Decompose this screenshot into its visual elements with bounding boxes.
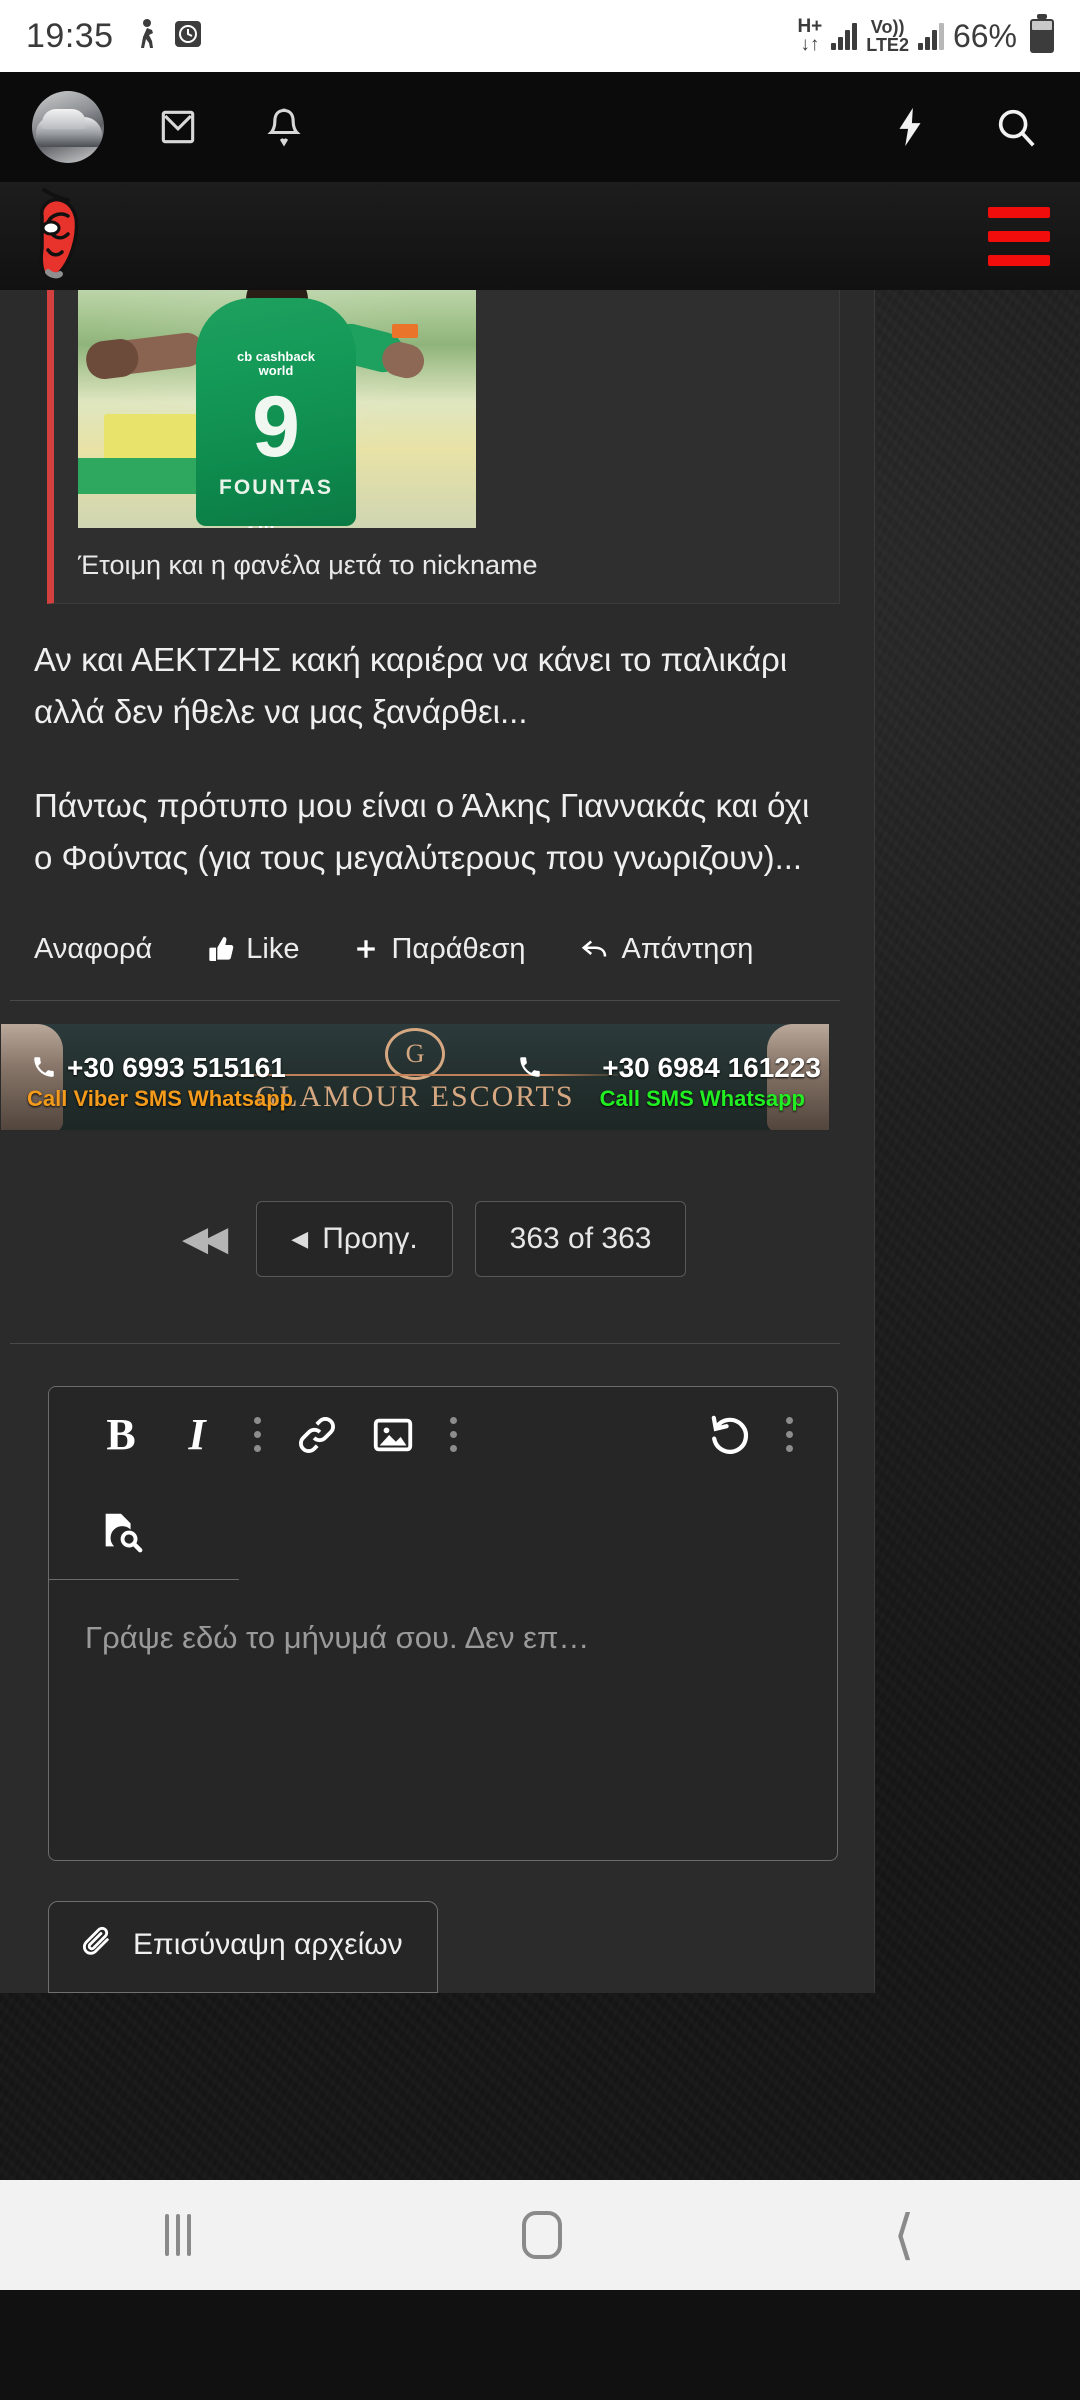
more-options-icon[interactable] (235, 1397, 279, 1473)
network-type-indicator: H+ ↓↑ (797, 15, 823, 55)
attach-files-button[interactable]: Επισύναψη αρχείων (48, 1900, 438, 1993)
post-paragraph: Αν και ΑΕΚΤΖΗΣ κακή καριέρα να κάνει το … (34, 641, 788, 731)
preview-document-icon[interactable] (83, 1493, 159, 1569)
report-label: Αναφορά (34, 932, 153, 965)
hamburger-menu[interactable] (988, 206, 1050, 266)
hamburger-line (988, 206, 1050, 218)
chili-pepper-logo[interactable] (26, 188, 112, 288)
jersey-name: FOUNTAS (219, 476, 333, 499)
like-button[interactable]: Like (204, 933, 299, 966)
signal-bars-sim2 (917, 22, 944, 50)
app-bar (0, 72, 1080, 182)
post-text: Αν και ΑΕΚΤΖΗΣ κακή καριέρα να κάνει το … (0, 604, 874, 885)
attach-wrapper: Επισύναψη αρχείων (0, 1861, 874, 1993)
ad-phone-right: +30 6984 161223 (602, 1051, 821, 1083)
quote-button[interactable]: Παράθεση (351, 932, 526, 966)
volte-indicator: Vo)) LTE2 (866, 17, 909, 55)
reply-textarea[interactable]: Γράψε εδώ το μήνυμά σου. Δεν επ… (49, 1580, 837, 1860)
ad-monogram: G (385, 1027, 445, 1080)
home-icon[interactable] (522, 2211, 563, 2259)
status-bar: 19:35 H+ ↓↑ Vo)) LTE2 66% (0, 0, 1080, 72)
report-button[interactable]: Αναφορά (34, 933, 152, 966)
divider (10, 999, 840, 1001)
status-right-icons: H+ ↓↑ Vo)) LTE2 66% (797, 14, 1054, 55)
quote-block: cb cashback world 9 FOUNTAS Allianz Έτοι… (47, 290, 840, 604)
alarm-clock-icon (174, 20, 202, 53)
italic-button[interactable]: I (159, 1397, 235, 1473)
plus-icon (351, 934, 381, 964)
content-column: cb cashback world 9 FOUNTAS Allianz Έτοι… (0, 290, 874, 1993)
bell-icon[interactable] (252, 95, 316, 159)
editor-toolbar-row-2 (49, 1483, 239, 1580)
paperclip-icon (79, 1924, 113, 1966)
page-indicator[interactable]: 363 of 363 (474, 1200, 687, 1277)
image-icon[interactable] (355, 1397, 431, 1473)
ad-banner[interactable]: G GLAMOUR ESCORTS +30 6993 515161 Call V… (0, 1022, 830, 1131)
prev-page-label: Προηγ. (322, 1221, 418, 1255)
phone-icon (517, 1054, 543, 1087)
person-walking-icon (134, 18, 160, 54)
status-left-icons (134, 18, 202, 54)
thumbs-up-icon (204, 933, 236, 965)
ad-sub-left: Call Viber SMS Whatsapp (27, 1085, 294, 1111)
jersey-sponsor-top: cb cashback world (236, 349, 316, 378)
undo-icon[interactable] (691, 1397, 767, 1473)
attach-files-label: Επισύναψη αρχείων (133, 1927, 403, 1961)
search-icon[interactable] (984, 95, 1048, 159)
recents-icon[interactable] (165, 2214, 192, 2256)
like-label: Like (246, 932, 300, 965)
reply-editor: B I Γράψε εδώ το μήνυμά σου. Δεν επ… (48, 1385, 838, 1861)
page-body: cb cashback world 9 FOUNTAS Allianz Έτοι… (0, 290, 1080, 2290)
reply-label: Απάντηση (621, 932, 754, 965)
quote-image[interactable]: cb cashback world 9 FOUNTAS Allianz (78, 290, 476, 528)
jersey-sponsor-bottom: Allianz (196, 524, 356, 528)
link-icon[interactable] (279, 1397, 355, 1473)
reply-editor-wrapper: B I Γράψε εδώ το μήνυμά σου. Δεν επ… (0, 1344, 874, 1861)
hamburger-line (988, 254, 1050, 266)
editor-toolbar-row-1: B I (49, 1387, 837, 1483)
post-paragraph: Πάντως πρότυπο μου είναι ο Άλκης Γιαννακ… (34, 787, 810, 877)
back-icon[interactable]: ⟨ (893, 2208, 914, 2262)
reply-arrow-icon (578, 934, 612, 964)
battery-percent: 66% (952, 17, 1017, 54)
quote-caption: Έτοιμη και η φανέλα μετά το nickname (78, 550, 538, 580)
prev-page-button[interactable]: ◀ Προηγ. (256, 1200, 453, 1277)
phone-icon (31, 1054, 57, 1087)
post-actions: Αναφορά Like Παράθεση Απάντηση (0, 885, 874, 996)
quote-label: Παράθεση (391, 932, 526, 965)
chevron-left-icon: ◀ (291, 1225, 309, 1251)
ad-sub-right: Call SMS Whatsapp (599, 1085, 805, 1111)
reply-button[interactable]: Απάντηση (578, 932, 754, 966)
hamburger-line (988, 230, 1050, 242)
jersey-number: 9 (252, 379, 300, 475)
inbox-icon[interactable] (146, 95, 210, 159)
battery-icon (1030, 14, 1054, 53)
pagination: ◀◀ ◀ Προηγ. 363 of 363 (0, 1131, 874, 1277)
ad-phone-left: +30 6993 515161 (67, 1051, 286, 1083)
more-options-icon[interactable] (767, 1397, 811, 1473)
avatar[interactable] (32, 91, 104, 163)
bold-button[interactable]: B (83, 1397, 159, 1473)
logo-bar (0, 182, 1080, 290)
first-page-button[interactable]: ◀◀ (182, 1219, 228, 1259)
signal-bars-sim1 (831, 22, 858, 50)
more-options-icon[interactable] (431, 1397, 475, 1473)
lightning-icon[interactable] (878, 95, 942, 159)
status-time: 19:35 (26, 16, 114, 55)
android-nav-bar: ⟨ (0, 2180, 1080, 2290)
